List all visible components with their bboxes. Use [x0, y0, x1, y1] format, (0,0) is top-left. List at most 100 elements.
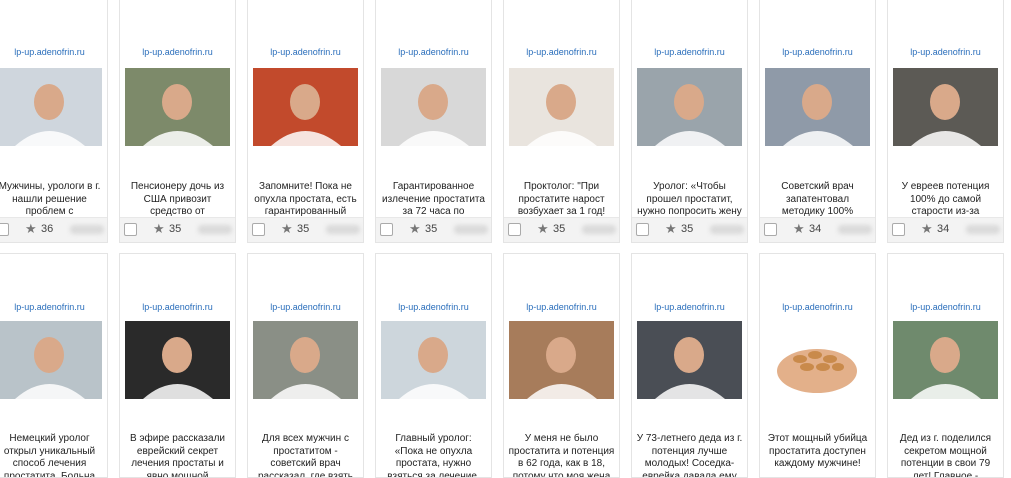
ad-domain-link[interactable]: lp-up.adenofrin.ru: [0, 47, 107, 57]
ad-domain-link[interactable]: lp-up.adenofrin.ru: [248, 47, 363, 57]
ad-card[interactable]: lp-up.adenofrin.ru Проктолог: "При проста…: [503, 0, 620, 243]
checkbox-icon[interactable]: [252, 223, 265, 236]
blurred-value: [70, 225, 104, 234]
ad-text[interactable]: У евреев потенция 100% до самой старости…: [892, 181, 999, 219]
classroom-photo[interactable]: [765, 68, 870, 146]
young-doctor-photo[interactable]: [381, 321, 486, 399]
star-icon: ★: [793, 221, 805, 236]
ad-domain-link[interactable]: lp-up.adenofrin.ru: [888, 47, 1003, 57]
ad-footer: ★ 34: [888, 217, 1003, 242]
ad-text[interactable]: Уролог: «Чтобы прошел простатит, нужно п…: [636, 181, 743, 219]
ad-text[interactable]: Этот мощный убийца простатита доступен к…: [764, 433, 871, 477]
ad-domain-link[interactable]: lp-up.adenofrin.ru: [504, 47, 619, 57]
ad-domain-link[interactable]: lp-up.adenofrin.ru: [376, 302, 491, 312]
ad-card[interactable]: lp-up.adenofrin.ru Главный уролог: «Пока …: [375, 253, 492, 478]
ad-domain-link[interactable]: lp-up.adenofrin.ru: [248, 302, 363, 312]
ad-text[interactable]: В эфире рассказали еврейский секрет лече…: [124, 433, 231, 477]
ad-card[interactable]: lp-up.adenofrin.ru У 73-летнего деда из г…: [631, 253, 748, 478]
blurred-value: [710, 225, 744, 234]
rating-value: 36: [41, 223, 54, 235]
doctor-arrow-photo[interactable]: [381, 68, 486, 146]
star-icon: ★: [153, 221, 165, 236]
ad-text[interactable]: Главный уролог: «Пока не опухла простата…: [380, 433, 487, 477]
checkbox-icon[interactable]: [0, 223, 9, 236]
ad-text[interactable]: У 73-летнего деда из г. потенция лучше м…: [636, 433, 743, 477]
ad-card[interactable]: lp-up.adenofrin.ru Дед из г. поделился се…: [887, 253, 1004, 478]
rating-value: 35: [297, 223, 310, 235]
blurred-value: [454, 225, 488, 234]
bald-man-fist-photo[interactable]: [125, 321, 230, 399]
checkbox-icon[interactable]: [892, 223, 905, 236]
rating-value: 35: [553, 223, 566, 235]
smiling-old-man-photo[interactable]: [637, 321, 742, 399]
rating-value: 35: [425, 223, 438, 235]
ad-footer: ★ 35: [248, 217, 363, 242]
ad-footer: ★ 35: [504, 217, 619, 242]
ad-text[interactable]: Советский врач запатентовал методику 100…: [764, 181, 871, 219]
ad-card[interactable]: lp-up.adenofrin.ru Уролог: «Чтобы прошел …: [631, 0, 748, 243]
ad-domain-link[interactable]: lp-up.adenofrin.ru: [0, 302, 107, 312]
ad-card[interactable]: lp-up.adenofrin.ru Запомните! Пока не опу…: [247, 0, 364, 243]
checkbox-icon[interactable]: [764, 223, 777, 236]
ad-card[interactable]: lp-up.adenofrin.ru Пенсионеру дочь из США…: [119, 0, 236, 243]
ad-text[interactable]: Дед из г. поделился секретом мощной поте…: [892, 433, 999, 477]
ad-card[interactable]: lp-up.adenofrin.ru Гарантированное излече…: [375, 0, 492, 243]
ad-card[interactable]: lp-up.adenofrin.ru Мужчины, урологи в г. …: [0, 0, 108, 243]
rating-value: 35: [169, 223, 182, 235]
ad-text[interactable]: Гарантированное излечение простатита за …: [380, 181, 487, 219]
doctor-tie-photo[interactable]: [0, 321, 102, 399]
doctor-glasses-photo[interactable]: [0, 68, 102, 146]
elderly-couple-photo[interactable]: [125, 68, 230, 146]
ad-domain-link[interactable]: lp-up.adenofrin.ru: [888, 302, 1003, 312]
tv-debate-photo[interactable]: [253, 68, 358, 146]
ad-domain-link[interactable]: lp-up.adenofrin.ru: [376, 47, 491, 57]
rating-value: 34: [809, 223, 822, 235]
ad-text[interactable]: Пенсионеру дочь из США привозит средство…: [124, 181, 231, 219]
ad-text[interactable]: У меня не было простатита и потенция в 6…: [508, 433, 615, 477]
ad-footer: ★ 35: [632, 217, 747, 242]
old-man-cap-photo[interactable]: [253, 321, 358, 399]
ad-domain-link[interactable]: lp-up.adenofrin.ru: [120, 47, 235, 57]
blurred-value: [582, 225, 616, 234]
ad-text[interactable]: Для всех мужчин с простатитом - советски…: [252, 433, 359, 477]
ad-domain-link[interactable]: lp-up.adenofrin.ru: [632, 302, 747, 312]
ad-card[interactable]: lp-up.adenofrin.ru Немецкий уролог открыл…: [0, 253, 108, 478]
ad-footer: ★ 35: [120, 217, 235, 242]
ad-card[interactable]: lp-up.adenofrin.ru У евреев потенция 100%…: [887, 0, 1004, 243]
grandparents-photo[interactable]: [893, 321, 998, 399]
ad-text[interactable]: Мужчины, урологи в г. нашли решение проб…: [0, 181, 103, 219]
ad-card[interactable]: lp-up.adenofrin.ru У меня не было простат…: [503, 253, 620, 478]
checkbox-icon[interactable]: [508, 223, 521, 236]
checkbox-icon[interactable]: [380, 223, 393, 236]
ad-card[interactable]: lp-up.adenofrin.ru Этот мощный убийца про…: [759, 253, 876, 478]
star-icon: ★: [665, 221, 677, 236]
ad-card[interactable]: lp-up.adenofrin.ru Для всех мужчин с прос…: [247, 253, 364, 478]
man-portrait-photo[interactable]: [637, 68, 742, 146]
rating-value: 35: [681, 223, 694, 235]
star-icon: ★: [25, 221, 37, 236]
star-icon: ★: [537, 221, 549, 236]
happy-elderly-couple-photo[interactable]: [509, 321, 614, 399]
ad-domain-link[interactable]: lp-up.adenofrin.ru: [632, 47, 747, 57]
seeds-in-hand-photo[interactable]: [765, 321, 870, 399]
checkbox-icon[interactable]: [124, 223, 137, 236]
blurred-value: [838, 225, 872, 234]
ad-domain-link[interactable]: lp-up.adenofrin.ru: [760, 47, 875, 57]
ad-footer: ★ 35: [376, 217, 491, 242]
jewish-men-photo[interactable]: [893, 68, 998, 146]
ad-domain-link[interactable]: lp-up.adenofrin.ru: [120, 302, 235, 312]
ad-card[interactable]: lp-up.adenofrin.ru Советский врач запатен…: [759, 0, 876, 243]
blonde-woman-photo[interactable]: [509, 68, 614, 146]
checkbox-icon[interactable]: [636, 223, 649, 236]
ad-text[interactable]: Проктолог: "При простатите нарост возбух…: [508, 181, 615, 219]
ad-card[interactable]: lp-up.adenofrin.ru В эфире рассказали евр…: [119, 253, 236, 478]
star-icon: ★: [281, 221, 293, 236]
rating-value: 34: [937, 223, 950, 235]
ad-footer: ★ 34: [760, 217, 875, 242]
blurred-value: [326, 225, 360, 234]
star-icon: ★: [409, 221, 421, 236]
ad-text[interactable]: Немецкий уролог открыл уникальный способ…: [0, 433, 103, 477]
ad-domain-link[interactable]: lp-up.adenofrin.ru: [504, 302, 619, 312]
ad-text[interactable]: Запомните! Пока не опухла простата, есть…: [252, 181, 359, 219]
ad-domain-link[interactable]: lp-up.adenofrin.ru: [760, 302, 875, 312]
